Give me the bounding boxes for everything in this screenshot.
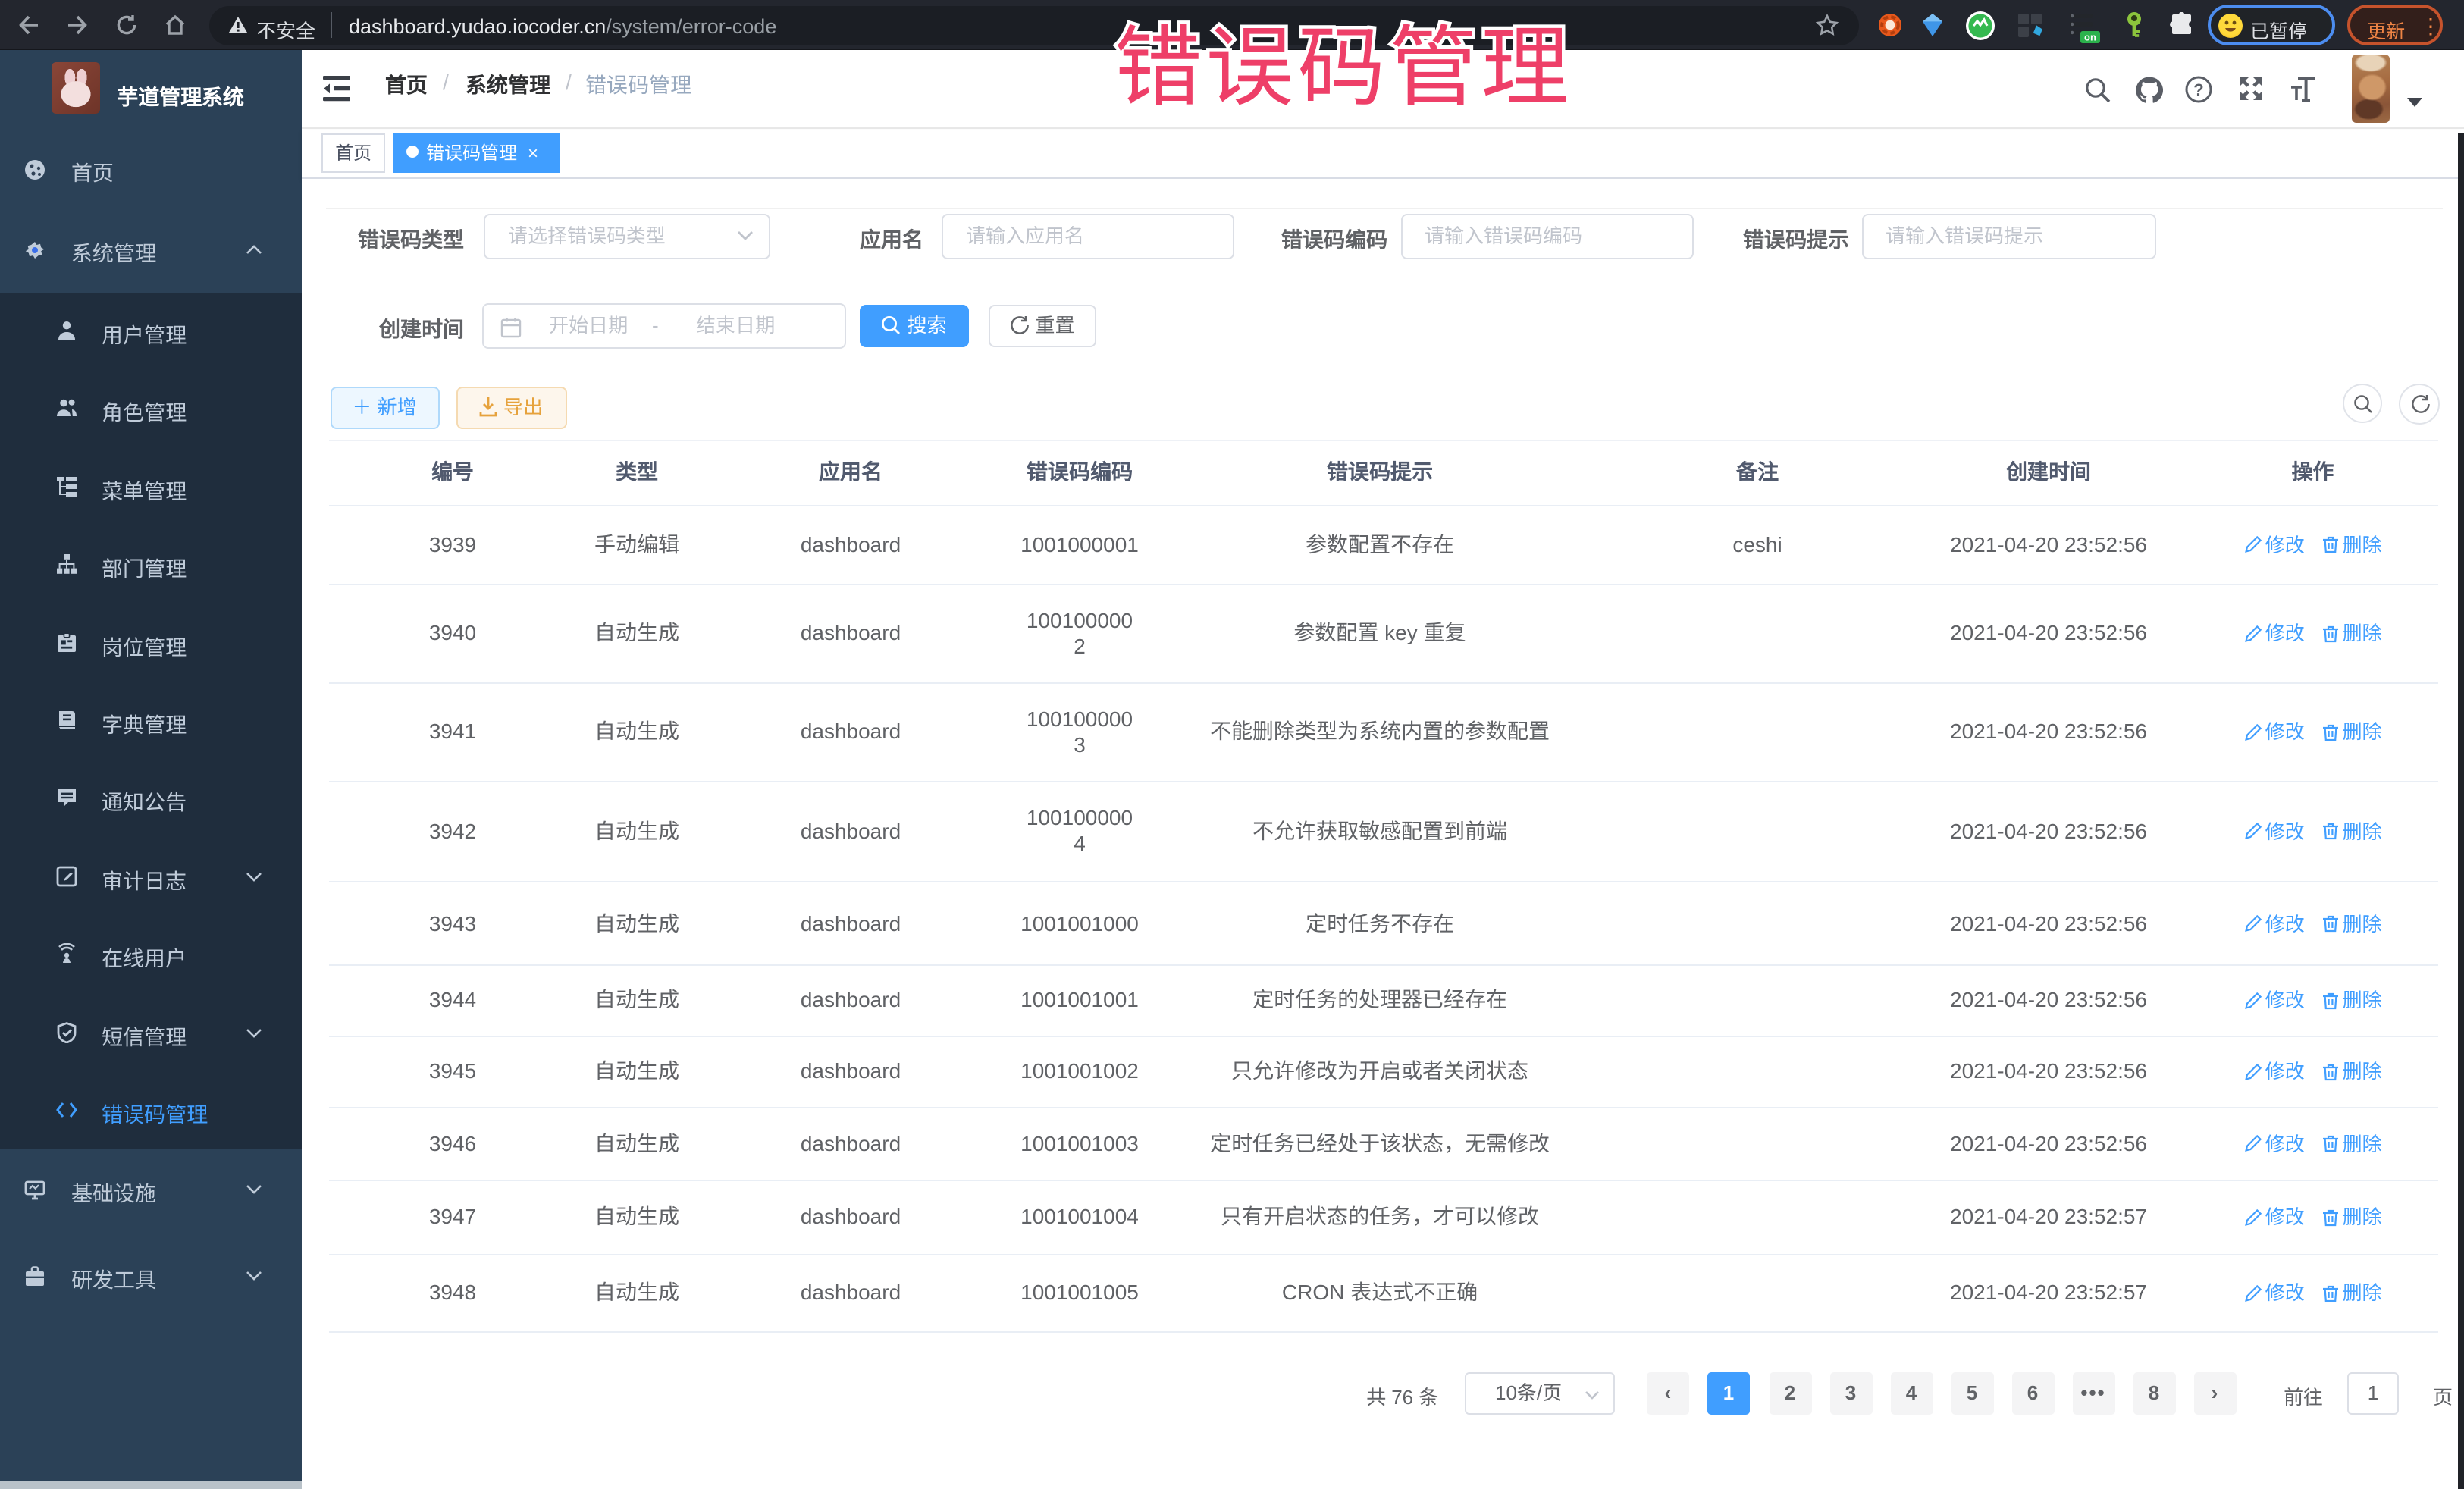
svg-text:on: on [2084, 31, 2096, 42]
svg-text:错误码管理: 错误码管理 [1114, 0, 1573, 124]
svg-text:?: ? [2193, 80, 2203, 99]
